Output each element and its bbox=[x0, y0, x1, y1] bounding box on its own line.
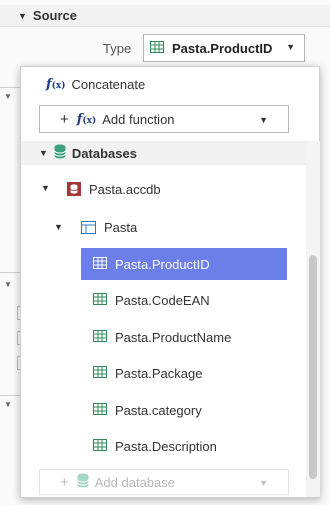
field-item[interactable]: Pasta.ProductName bbox=[81, 321, 287, 353]
expand-triangle-icon[interactable]: ▼ bbox=[41, 183, 50, 193]
add-function-button[interactable]: + f(x) Add function ▼ bbox=[39, 105, 289, 133]
plus-icon: + bbox=[60, 110, 69, 128]
chevron-down-icon: ▼ bbox=[259, 115, 268, 125]
add-database-label: Add database bbox=[94, 474, 175, 490]
function-icon: f(x) bbox=[46, 77, 66, 92]
table-icon bbox=[150, 40, 164, 56]
function-icon: f(x) bbox=[76, 111, 97, 127]
plus-icon: + bbox=[60, 473, 69, 491]
field-item[interactable]: Pasta.Package bbox=[81, 357, 287, 389]
table-icon bbox=[93, 256, 107, 272]
scrollbar-thumb[interactable] bbox=[309, 255, 317, 479]
concatenate-option[interactable]: f(x) Concatenate bbox=[46, 77, 145, 92]
type-label: Type bbox=[103, 41, 132, 56]
field-item[interactable]: Pasta.CodeEAN bbox=[81, 284, 287, 316]
add-function-label: Add function bbox=[102, 111, 175, 127]
database-node[interactable]: Pasta.accdb bbox=[67, 173, 161, 205]
table-name: Pasta bbox=[104, 219, 138, 235]
field-label: Pasta.CodeEAN bbox=[115, 292, 210, 308]
field-item[interactable]: Pasta.ProductID bbox=[81, 248, 287, 280]
database-name: Pasta.accdb bbox=[89, 181, 161, 197]
source-dropdown: f(x) Concatenate + f(x) Add function ▼ ▼… bbox=[20, 66, 320, 498]
expand-triangle-icon[interactable]: ▼ bbox=[54, 222, 63, 232]
background-divider bbox=[0, 272, 20, 273]
source-section-header[interactable]: ▼ Source bbox=[0, 5, 330, 27]
field-label: Pasta.Description bbox=[115, 438, 217, 454]
field-label: Pasta.ProductName bbox=[115, 329, 232, 345]
field-label: Pasta.category bbox=[115, 402, 202, 418]
field-item[interactable]: Pasta.category bbox=[81, 394, 287, 426]
table-outline-icon bbox=[81, 220, 96, 234]
table-icon bbox=[93, 329, 107, 345]
database-icon bbox=[76, 473, 89, 491]
chevron-down-icon: ▼ bbox=[286, 42, 295, 52]
table-icon bbox=[93, 292, 107, 308]
database-icon bbox=[53, 144, 66, 162]
collapse-triangle-icon: ▼ bbox=[39, 148, 48, 158]
chevron-down-icon: ▼ bbox=[259, 478, 268, 488]
table-node[interactable]: Pasta bbox=[81, 211, 137, 243]
table-icon bbox=[93, 438, 107, 454]
databases-header[interactable]: ▼ Databases bbox=[21, 141, 307, 165]
type-select-value: Pasta.ProductID bbox=[172, 40, 273, 56]
type-select[interactable]: Pasta.ProductID ▼ bbox=[143, 34, 305, 62]
collapse-triangle-icon: ▼ bbox=[4, 92, 12, 101]
field-label: Pasta.Package bbox=[115, 365, 203, 381]
collapse-triangle-icon: ▼ bbox=[4, 280, 12, 289]
databases-label: Databases bbox=[71, 145, 137, 161]
field-item[interactable]: Pasta.Description bbox=[81, 430, 287, 462]
table-icon bbox=[93, 402, 107, 418]
table-icon bbox=[93, 365, 107, 381]
background-divider bbox=[0, 395, 20, 396]
background-divider bbox=[0, 87, 20, 88]
source-section-title: Source bbox=[32, 8, 77, 23]
field-label: Pasta.ProductID bbox=[115, 256, 210, 272]
concatenate-label: Concatenate bbox=[71, 77, 146, 92]
accdb-icon bbox=[67, 182, 81, 196]
add-database-button[interactable]: + Add database ▼ bbox=[39, 469, 289, 495]
collapse-triangle-icon: ▼ bbox=[4, 400, 12, 409]
collapse-triangle-icon: ▼ bbox=[18, 10, 27, 21]
